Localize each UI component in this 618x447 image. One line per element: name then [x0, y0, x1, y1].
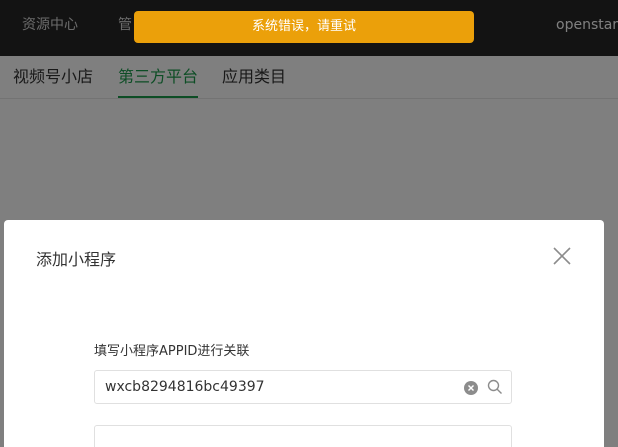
error-toast: 系统错误，请重试 — [134, 11, 474, 43]
search-icon[interactable] — [487, 379, 503, 395]
add-mini-program-dialog: 添加小程序 填写小程序APPID进行关联 — [4, 220, 604, 447]
appid-input-box — [94, 370, 512, 404]
close-icon[interactable] — [552, 246, 572, 266]
dialog-title: 添加小程序 — [36, 250, 117, 269]
page: 资源中心 管 openstar2 视频号小店 第三方平台 应用类目 系统错误，请… — [0, 0, 618, 447]
secondary-field[interactable] — [94, 425, 512, 447]
clear-icon[interactable] — [464, 380, 478, 395]
appid-field-label: 填写小程序APPID进行关联 — [94, 344, 250, 359]
appid-input[interactable] — [105, 371, 445, 403]
